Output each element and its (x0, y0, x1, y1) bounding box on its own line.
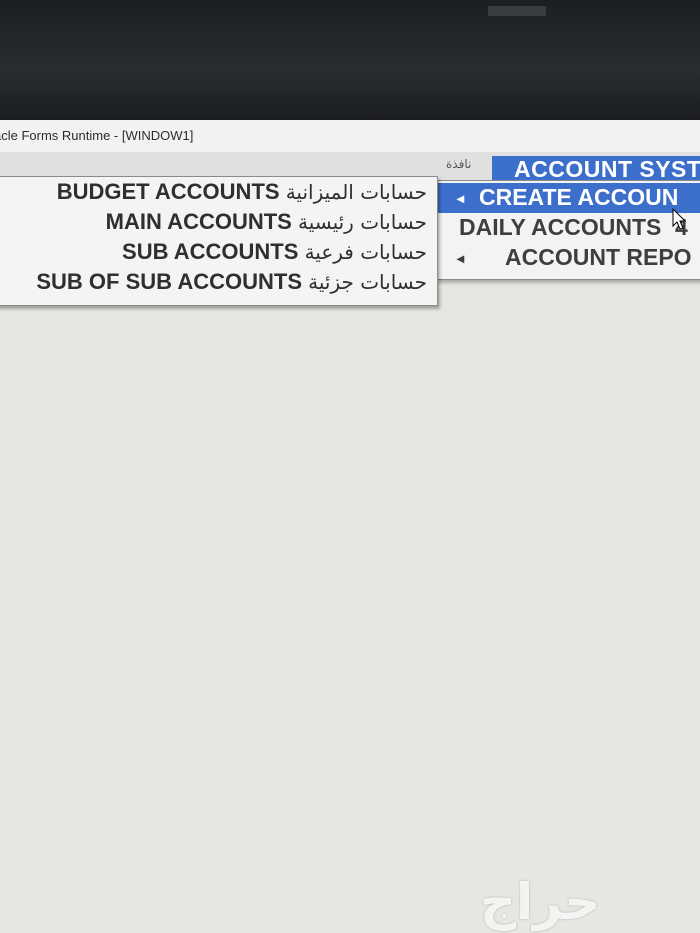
menu-account-system-label: ACCOUNT SYST (514, 156, 700, 182)
monitor-bezel (0, 0, 700, 120)
submenu-item-label: SUB ACCOUNTS (122, 239, 299, 264)
submenu-item-arabic: حسابات الميزانية (285, 180, 427, 204)
menu-window-arabic[interactable]: نافذة (446, 157, 471, 171)
menu-item-label: ACCOUNT REPO (505, 244, 692, 270)
menu-item-account-reports[interactable]: ◂ ACCOUNT REPO (437, 243, 700, 273)
haraj-watermark: حراج (480, 873, 601, 931)
window-titlebar: acle Forms Runtime - [WINDOW1] (0, 120, 700, 153)
bezel-notch (488, 6, 546, 16)
mouse-cursor-icon (672, 208, 687, 230)
submenu-item-arabic: حسابات فرعية (304, 240, 427, 264)
submenu-item-label: MAIN ACCOUNTS (105, 209, 292, 234)
menu-item-label: DAILY ACCOUNTS (459, 214, 662, 240)
menu-item-daily-accounts[interactable]: DAILY ACCOUNTS 4 (437, 213, 700, 243)
submenu-item-main-accounts[interactable]: MAIN ACCOUNTS حسابات رئيسية (106, 209, 427, 239)
create-accounts-submenu: BUDGET ACCOUNTS حسابات الميزانية MAIN AC… (0, 176, 438, 306)
account-system-dropdown: ◂ CREATE ACCOUN DAILY ACCOUNTS 4 ◂ ACCOU… (436, 180, 700, 280)
submenu-item-sub-of-sub-accounts[interactable]: SUB OF SUB ACCOUNTS حسابات جزئية (36, 269, 427, 299)
menu-item-create-accounts[interactable]: ◂ CREATE ACCOUN (437, 183, 700, 213)
window-title: acle Forms Runtime - [WINDOW1] (0, 128, 194, 143)
menu-account-system[interactable]: ACCOUNT SYST (492, 156, 700, 182)
submenu-item-sub-accounts[interactable]: SUB ACCOUNTS حسابات فرعية (122, 239, 427, 269)
submenu-item-label: SUB OF SUB ACCOUNTS (36, 269, 302, 294)
submenu-item-arabic: حسابات رئيسية (297, 210, 427, 234)
submenu-item-label: BUDGET ACCOUNTS (56, 179, 280, 204)
submenu-arrow-icon: ◂ (457, 190, 465, 206)
submenu-item-budget-accounts[interactable]: BUDGET ACCOUNTS حسابات الميزانية (57, 179, 427, 209)
submenu-item-arabic: حسابات جزئية (308, 270, 427, 294)
submenu-arrow-icon: ◂ (457, 250, 465, 266)
menu-item-label: CREATE ACCOUN (479, 184, 679, 210)
